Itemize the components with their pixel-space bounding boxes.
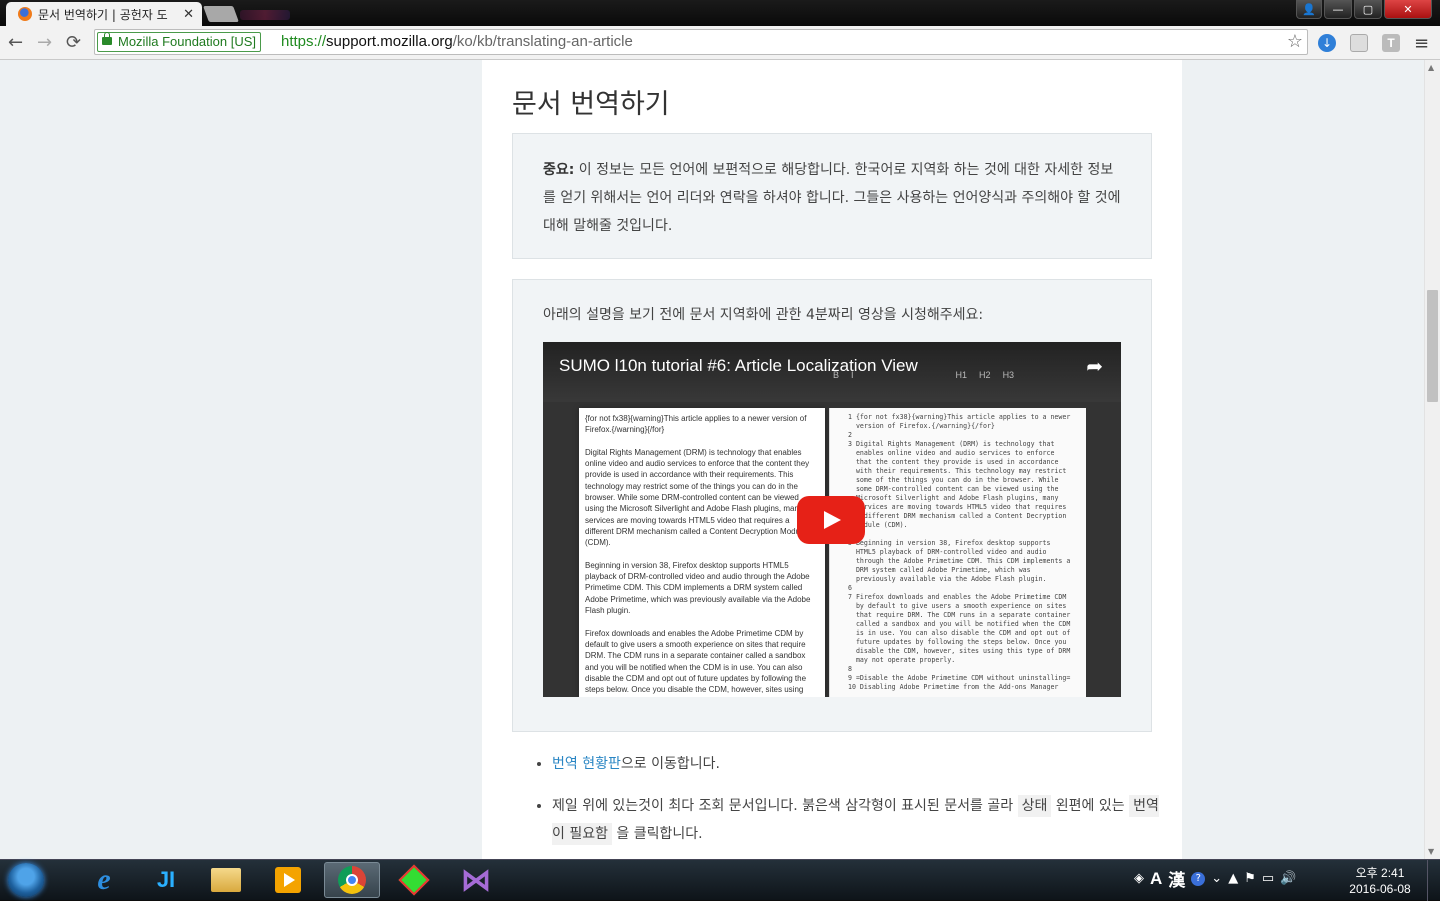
toolbar-item: H1 — [955, 370, 968, 380]
note-text: 중요: 이 정보는 모든 언어에 보편적으로 해당합니다. 한국어로 지역화 하… — [543, 156, 1123, 240]
reload-icon[interactable]: ⟳ — [66, 32, 81, 53]
ime-settings-icon[interactable]: ⌄ — [1211, 871, 1222, 886]
maximize-button[interactable]: ▢ — [1354, 0, 1382, 19]
new-tab-button[interactable] — [203, 6, 239, 22]
video-right-pane: 1 {for not fx38}{warning}This article ap… — [829, 408, 1086, 697]
share-icon[interactable]: ➦ — [1086, 354, 1103, 378]
chrome-icon[interactable] — [324, 862, 380, 898]
jetbrains-icon[interactable]: JI — [138, 862, 194, 898]
video-intro-text: 아래의 설명을 보기 전에 문서 지역화에 관한 4분짜리 영상을 시청해주세요… — [543, 307, 984, 323]
left-pane-text: {for not fx38}{warning}This article appl… — [585, 414, 811, 695]
bookmark-star-icon[interactable]: ☆ — [1287, 31, 1303, 52]
download-extension-icon[interactable]: ↓ — [1318, 34, 1336, 52]
vertical-scrollbar[interactable]: ▲ ▼ — [1424, 60, 1440, 859]
tray-expand-icon[interactable]: ▲ — [1228, 871, 1238, 886]
video-left-pane: {for not fx38}{warning}This article appl… — [579, 408, 825, 697]
start-button-icon[interactable] — [8, 863, 44, 897]
page-viewport: 문서 번역하기 중요: 이 정보는 모든 언어에 보편적으로 해당합니다. 한국… — [0, 60, 1424, 859]
profile-button[interactable]: 👤 — [1296, 0, 1322, 19]
ime-hanja-icon[interactable]: 漢 — [1168, 866, 1185, 891]
help-icon[interactable]: ? — [1191, 871, 1206, 886]
clock-date: 2016-06-08 — [1349, 882, 1411, 896]
network-icon[interactable]: ▭ — [1262, 871, 1274, 886]
windows-taskbar: e JI ⋈ ◈ A 漢 ? ⌄ ▲ ⚑ ▭ 🔊 오후 2:41 2016-06… — [0, 859, 1440, 901]
url-text[interactable]: https://support.mozilla.org/ko/kb/transl… — [281, 33, 633, 50]
note-body: 이 정보는 모든 언어에 보편적으로 해당합니다. 한국어로 지역화 하는 것에… — [543, 162, 1121, 234]
back-arrow-icon[interactable]: ← — [8, 32, 23, 53]
system-tray: ◈ A 漢 ? ⌄ ▲ ⚑ ▭ 🔊 — [1134, 866, 1296, 891]
visual-studio-icon[interactable]: ⋈ — [448, 862, 504, 898]
taskbar-clock[interactable]: 오후 2:41 2016-06-08 — [1338, 865, 1422, 897]
show-desktop-button[interactable] — [1427, 860, 1440, 901]
action-center-icon[interactable]: ⚑ — [1244, 871, 1256, 886]
network-shield-icon[interactable]: ◈ — [1134, 871, 1144, 886]
clock-time: 오후 2:41 — [1355, 866, 1405, 880]
window-controls: 👤 — ▢ ✕ — [1296, 0, 1432, 19]
ime-mode-icon[interactable]: A — [1150, 869, 1162, 889]
title-bar: 문서 번역하기 | 공헌자 도 ✕ 👤 — ▢ ✕ — [0, 0, 1440, 26]
firefox-favicon-icon — [18, 7, 32, 21]
scroll-down-icon[interactable]: ▼ — [1428, 847, 1434, 856]
url-path: /ko/kb/translating-an-article — [452, 33, 633, 50]
tab-active[interactable]: 문서 번역하기 | 공헌자 도 ✕ — [6, 2, 202, 26]
video-title[interactable]: SUMO l10n tutorial #6: Article Localizat… — [559, 356, 918, 376]
play-button-icon[interactable] — [797, 496, 865, 544]
important-note: 중요: 이 정보는 모든 언어에 보편적으로 해당합니다. 한국어로 지역화 하… — [512, 133, 1152, 259]
url-host: support.mozilla.org — [326, 33, 453, 50]
translate-extension-icon[interactable]: T — [1382, 34, 1400, 52]
forward-arrow-icon[interactable]: → — [37, 32, 52, 53]
hamburger-menu-icon[interactable]: ≡ — [1414, 33, 1429, 54]
minimize-button[interactable]: — — [1324, 0, 1352, 19]
list-item: 번역 현황판으로 이동합니다. — [552, 750, 1162, 778]
toolbar-item: H2 — [979, 370, 991, 380]
lock-icon — [102, 32, 112, 45]
cast-extension-icon[interactable] — [1350, 34, 1368, 52]
internet-explorer-icon[interactable]: e — [76, 862, 132, 898]
address-bar[interactable]: Mozilla Foundation [US] https://support.… — [94, 29, 1308, 55]
media-player-icon[interactable] — [260, 862, 316, 898]
tab-title: 문서 번역하기 | 공헌자 도 — [38, 7, 168, 22]
scroll-up-icon[interactable]: ▲ — [1428, 63, 1434, 72]
browser-toolbar: ← → ⟳ Mozilla Foundation [US] https://su… — [0, 26, 1440, 60]
right-pane-text: 1 {for not fx38}{warning}This article ap… — [848, 413, 1071, 691]
ev-certificate-label: Mozilla Foundation [US] — [118, 34, 257, 49]
git-icon[interactable] — [386, 862, 442, 898]
list-item-text: 을 클릭합니다. — [611, 826, 703, 842]
list-item-text: 으로 이동합니다. — [620, 756, 720, 772]
close-window-button[interactable]: ✕ — [1384, 0, 1432, 19]
dashboard-link[interactable]: 번역 현황판 — [552, 756, 621, 772]
ev-certificate-badge[interactable]: Mozilla Foundation [US] — [97, 32, 262, 52]
tab-close-icon[interactable]: ✕ — [183, 7, 194, 22]
url-scheme: https:// — [281, 33, 327, 50]
status-code-label: 상태 — [1017, 795, 1052, 817]
article-content: 문서 번역하기 중요: 이 정보는 모든 언어에 보편적으로 해당합니다. 한국… — [482, 60, 1182, 859]
list-item-text: 제일 위에 있는것이 최다 조회 문서입니다. 붉은색 삼각형이 표시된 문서를… — [552, 798, 1018, 814]
note-label: 중요: — [543, 162, 575, 178]
volume-icon[interactable]: 🔊 — [1280, 871, 1296, 886]
scroll-thumb[interactable] — [1427, 290, 1438, 402]
youtube-video-player[interactable]: {for not fx38}{warning}This article appl… — [543, 342, 1121, 697]
file-explorer-icon[interactable] — [198, 862, 254, 898]
list-item-text: 왼편에 있는 — [1051, 798, 1130, 814]
toolbar-item: H3 — [1002, 370, 1015, 380]
list-item: 제일 위에 있는것이 최다 조회 문서입니다. 붉은색 삼각형이 표시된 문서를… — [552, 792, 1162, 848]
video-section: 아래의 설명을 보기 전에 문서 지역화에 관한 4분짜리 영상을 시청해주세요… — [512, 279, 1152, 732]
page-title: 문서 번역하기 — [512, 89, 670, 120]
background-tab[interactable] — [240, 10, 290, 20]
instruction-list: 번역 현황판으로 이동합니다. 제일 위에 있는것이 최다 조회 문서입니다. … — [534, 750, 1162, 859]
